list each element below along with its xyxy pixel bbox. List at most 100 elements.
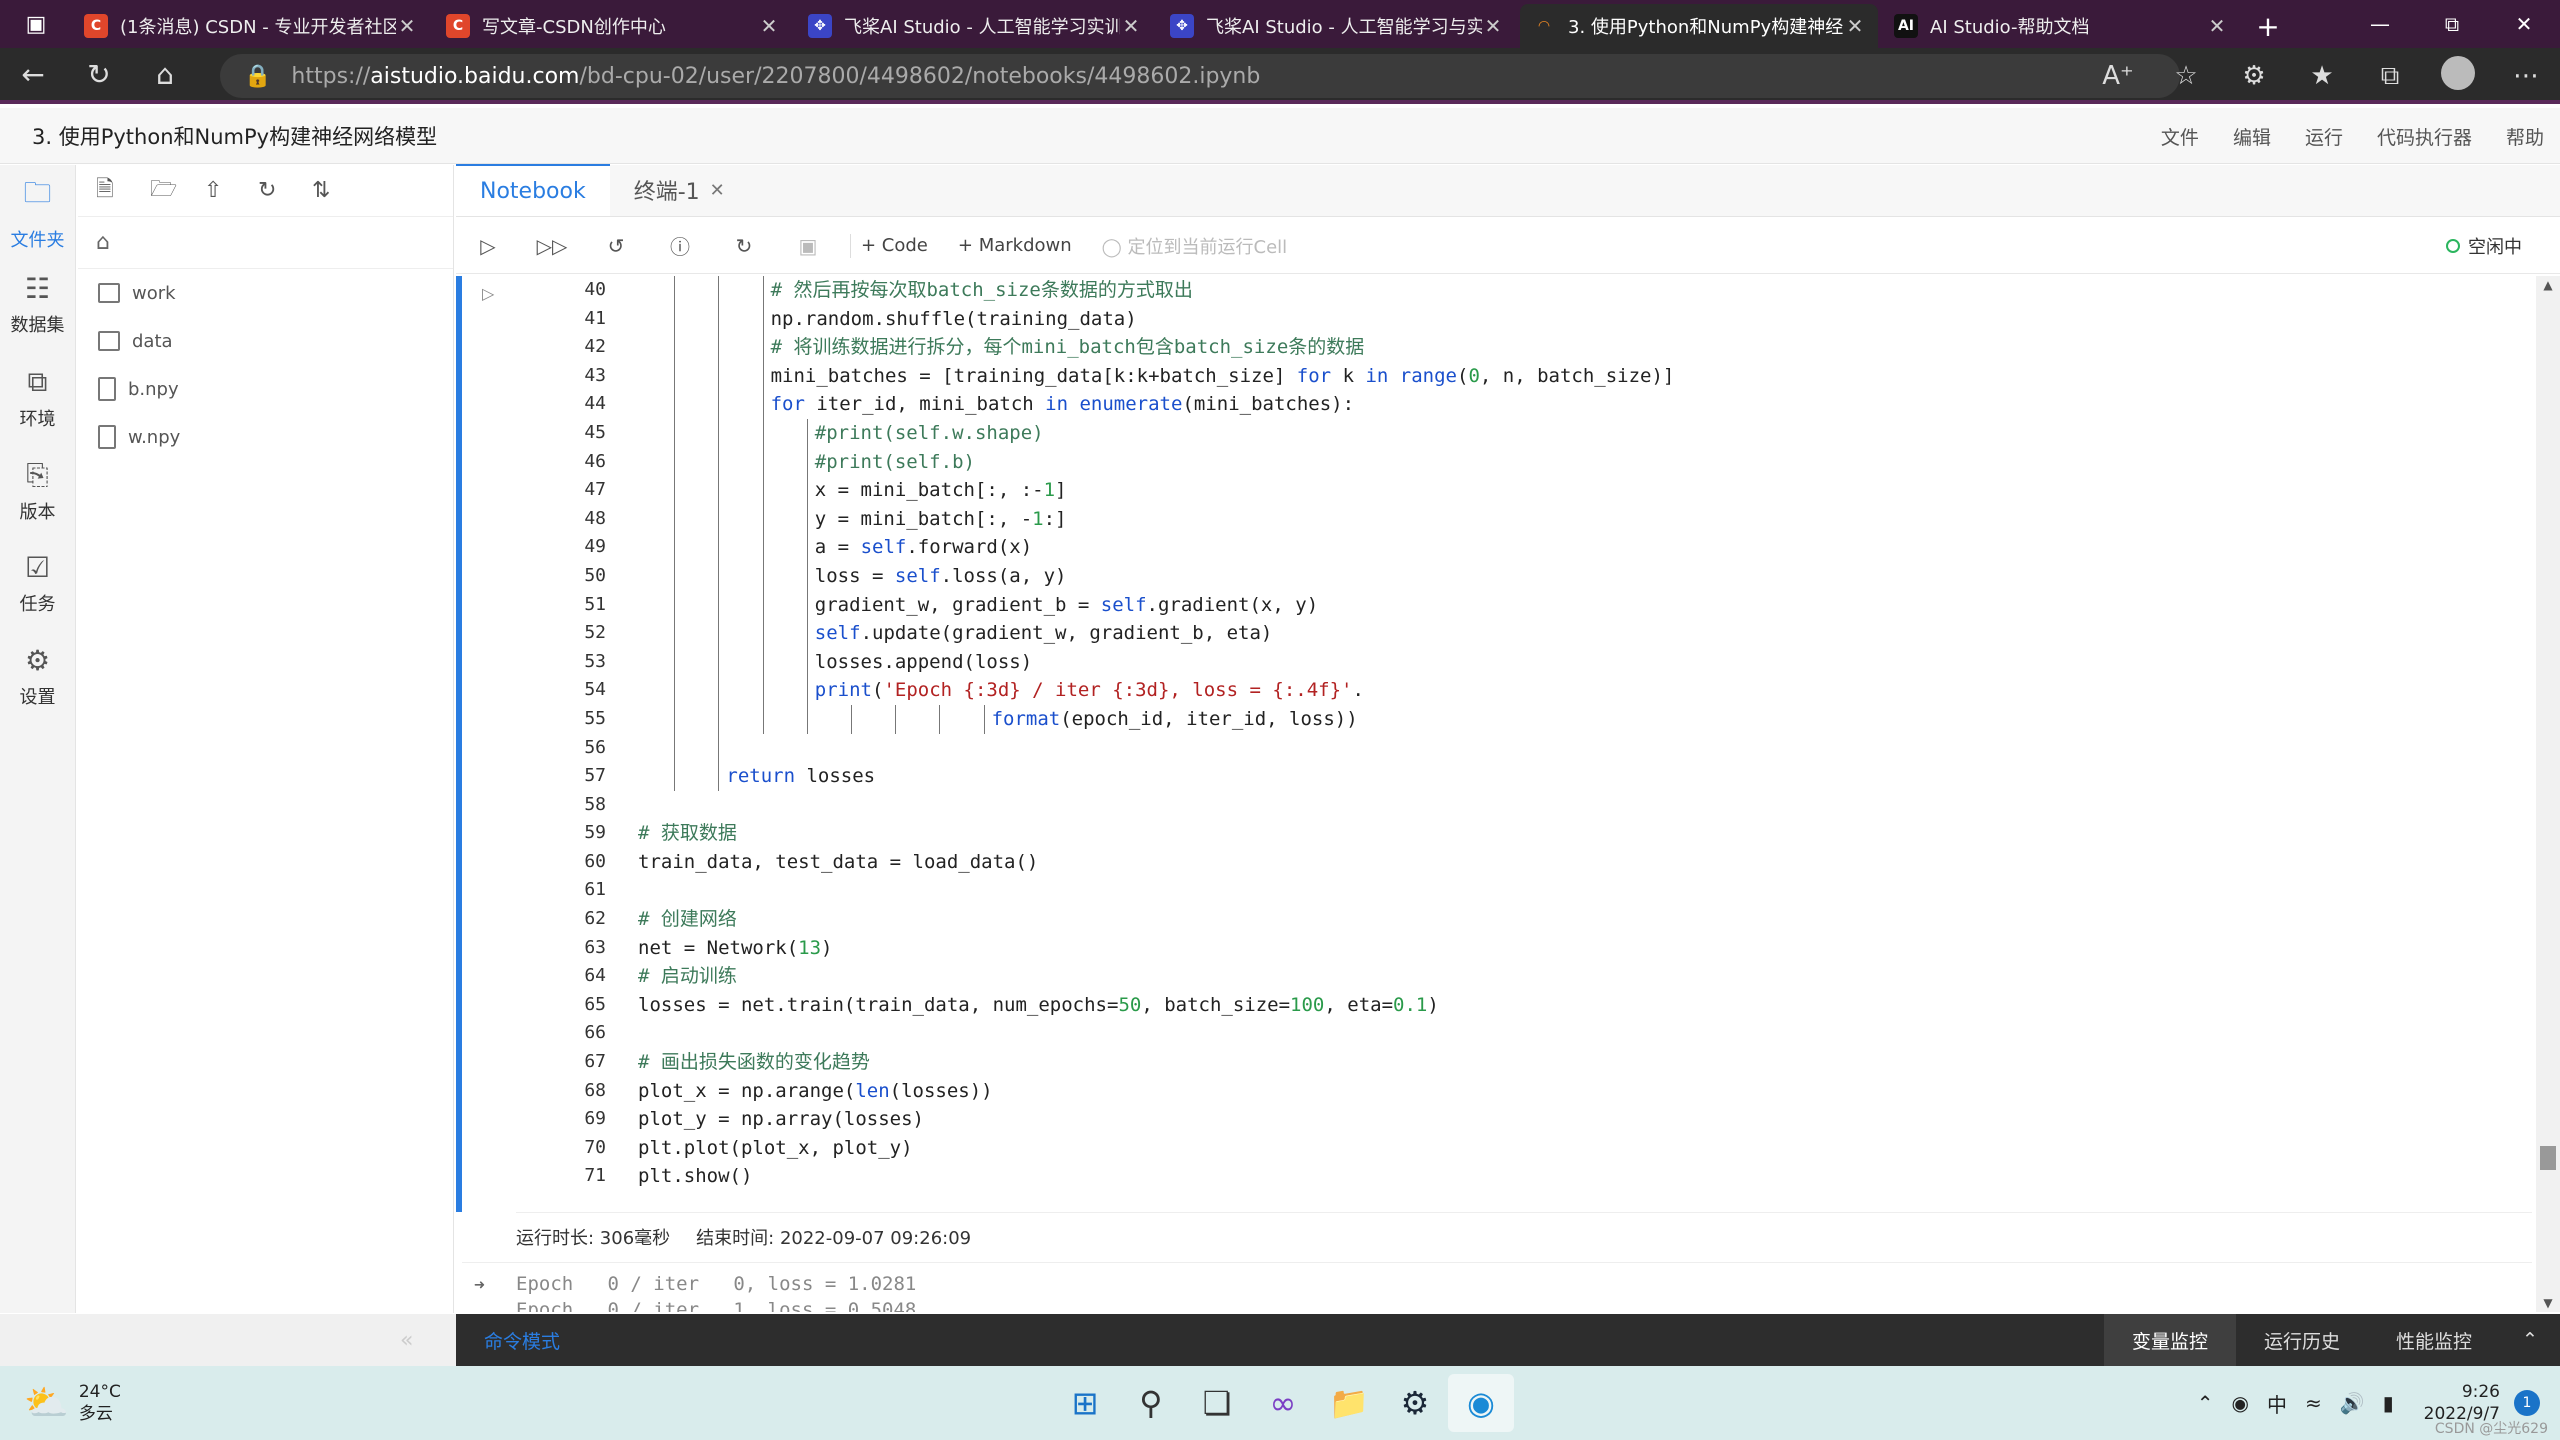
home-button[interactable]: ⌂ — [132, 46, 198, 102]
task-view-icon[interactable]: ❏ — [1184, 1374, 1250, 1432]
restart-icon[interactable]: ↻ — [712, 234, 776, 258]
activity-version[interactable]: ⎘ 版本 — [0, 444, 75, 537]
maximize-button[interactable]: ⧉ — [2416, 0, 2488, 48]
weather-widget[interactable]: ⛅ 24°C 多云 — [24, 1366, 121, 1440]
search-icon[interactable]: ⚲ — [1118, 1374, 1184, 1432]
activity-folder[interactable]: 🗀 文件夹 — [0, 165, 75, 258]
chevron-up-icon[interactable]: ⌃ — [2197, 1391, 2214, 1415]
browser-tab[interactable]: C 写文章-CSDN创作中心 ✕ — [434, 4, 792, 48]
new-tab-button[interactable]: + — [2244, 4, 2292, 48]
tab-actions-icon[interactable]: ▣ — [0, 0, 72, 48]
close-icon[interactable]: ✕ — [396, 14, 418, 38]
chevron-up-icon[interactable]: ⌃ — [2500, 1314, 2560, 1366]
activity-dataset[interactable]: ☷ 数据集 — [0, 258, 75, 351]
url-prefix: https:// — [291, 63, 371, 89]
run-cell-icon[interactable]: ▷ — [456, 234, 520, 258]
close-icon[interactable]: ✕ — [1844, 14, 1866, 38]
code-line: format(epoch_id, iter_id, loss)) — [638, 704, 2518, 734]
file-item[interactable]: data — [78, 317, 453, 365]
start-icon[interactable]: ⊞ — [1052, 1374, 1118, 1432]
code-line — [638, 733, 2518, 763]
indent-guide — [674, 676, 676, 705]
new-file-icon[interactable]: 🗎 — [96, 172, 150, 210]
editor-tab[interactable]: Notebook — [456, 164, 610, 216]
browser-tab-title: (1条消息) CSDN - 专业开发者社区 — [120, 17, 396, 38]
interrupt-icon[interactable]: ⓘ — [648, 231, 712, 260]
code-cell[interactable]: ▷ 40 41 42 43 44 45 46 47 48 49 50 51 52 53 54 55 56 57 58… — [456, 276, 2532, 1212]
file-explorer-icon[interactable]: 📁 — [1316, 1374, 1382, 1432]
activity-settings[interactable]: ⚙ 设置 — [0, 630, 75, 723]
monitor-tab[interactable]: 性能监控 — [2368, 1314, 2500, 1366]
editor-tab[interactable]: 终端-1 ✕ — [610, 164, 749, 216]
collections-icon[interactable]: ⧉ — [2356, 61, 2424, 92]
profile-avatar[interactable] — [2424, 55, 2492, 97]
steam-icon[interactable]: ⚙ — [1382, 1374, 1448, 1432]
output-toggle-icon[interactable]: ➜ — [474, 1275, 485, 1296]
code-text: loss = self.loss(a, y) — [814, 564, 1067, 587]
sort-icon[interactable]: ⇅ — [312, 178, 366, 203]
line-number: 57 — [584, 765, 606, 787]
visual-studio-icon[interactable]: ∞ — [1250, 1374, 1316, 1432]
add-favorite-icon[interactable]: ☆ — [2152, 61, 2220, 91]
menu-item[interactable]: 文件 — [2161, 123, 2199, 150]
read-aloud-icon[interactable]: A⁺ — [2084, 61, 2152, 91]
code-editor[interactable]: # 然后再按每次取batch_size条数据的方式取出 np.random.shu… — [638, 276, 2518, 1191]
back-button[interactable]: ← — [0, 46, 66, 102]
indent-guide — [718, 276, 720, 305]
ime-indicator[interactable]: 中 — [2267, 1389, 2287, 1418]
close-icon[interactable]: ✕ — [758, 14, 780, 38]
browser-tab[interactable]: ✥ 飞桨AI Studio - 人工智能学习实训社区✕ — [796, 4, 1154, 48]
close-window-button[interactable]: ✕ — [2488, 0, 2560, 48]
add-markdown-button[interactable]: + Markdown — [958, 235, 1072, 256]
collapse-sidebar-icon[interactable]: « — [400, 1314, 413, 1366]
browser-tab[interactable]: ◠ 3. 使用Python和NumPy构建神经网络✕ — [1520, 4, 1878, 48]
close-icon[interactable]: ✕ — [1482, 14, 1504, 38]
upload-icon[interactable]: ⇧ — [204, 178, 258, 203]
refresh-button[interactable]: ↻ — [66, 46, 132, 102]
scrollbar-thumb[interactable] — [2540, 1146, 2556, 1170]
indent-guide — [806, 476, 808, 505]
minimize-button[interactable]: — — [2344, 0, 2416, 48]
activity-environment[interactable]: ⧉ 环境 — [0, 351, 75, 444]
scroll-up-icon[interactable]: ▲ — [2536, 278, 2560, 292]
battery-icon[interactable]: ▮ — [2383, 1391, 2394, 1415]
cell-run-icon[interactable]: ▷ — [482, 284, 494, 303]
file-item[interactable]: b.npy — [78, 365, 453, 413]
restart-run-icon[interactable]: ↺ — [584, 234, 648, 258]
browser-tab[interactable]: AI AI Studio-帮助文档 ✕ — [1882, 4, 2240, 48]
monitor-tab[interactable]: 变量监控 — [2104, 1314, 2236, 1366]
vertical-scrollbar[interactable]: ▲ ▼ — [2536, 276, 2560, 1312]
close-icon[interactable]: ✕ — [710, 180, 725, 201]
file-item[interactable]: w.npy — [78, 413, 453, 461]
volume-icon[interactable]: 🔊 — [2340, 1391, 2365, 1415]
save-icon[interactable]: ▣ — [776, 234, 840, 258]
add-code-button[interactable]: + Code — [861, 235, 928, 256]
qq-icon[interactable]: ◉ — [2232, 1391, 2249, 1415]
close-icon[interactable]: ✕ — [2206, 14, 2228, 38]
new-folder-icon[interactable]: 🗁 — [150, 172, 204, 210]
file-name: b.npy — [128, 378, 179, 400]
monitor-tab[interactable]: 运行历史 — [2236, 1314, 2368, 1366]
menu-item[interactable]: 帮助 — [2506, 123, 2544, 150]
refresh-icon[interactable]: ↻ — [258, 178, 312, 203]
menu-item[interactable]: 编辑 — [2233, 123, 2271, 150]
browser-tab[interactable]: C (1条消息) CSDN - 专业开发者社区 ✕ — [72, 4, 430, 48]
favorites-icon[interactable]: ★ — [2288, 61, 2356, 91]
menu-item[interactable]: 运行 — [2305, 123, 2343, 150]
extensions-icon[interactable]: ⚙ — [2220, 61, 2288, 91]
more-icon[interactable]: ⋯ — [2492, 61, 2560, 91]
file-item[interactable]: work — [78, 269, 453, 317]
locate-running-cell-button[interactable]: ◯ 定位到当前运行Cell — [1102, 233, 1288, 259]
close-icon[interactable]: ✕ — [1120, 14, 1142, 38]
notification-badge[interactable]: 1 — [2514, 1390, 2540, 1416]
url-input[interactable]: 🔒 https:// aistudio.baidu.com /bd-cpu-02… — [220, 54, 2180, 98]
wifi-icon[interactable]: ≈ — [2305, 1391, 2322, 1415]
run-all-icon[interactable]: ▷▷ — [520, 234, 584, 258]
edge-icon[interactable]: ◉ — [1448, 1374, 1514, 1432]
menu-item[interactable]: 代码执行器 — [2377, 123, 2472, 150]
scroll-down-icon[interactable]: ▼ — [2536, 1296, 2560, 1310]
browser-tab[interactable]: ✥ 飞桨AI Studio - 人工智能学习与实训社区✕ — [1158, 4, 1516, 48]
home-folder-icon[interactable]: ⌂ — [78, 217, 453, 269]
activity-task[interactable]: ☑ 任务 — [0, 537, 75, 630]
